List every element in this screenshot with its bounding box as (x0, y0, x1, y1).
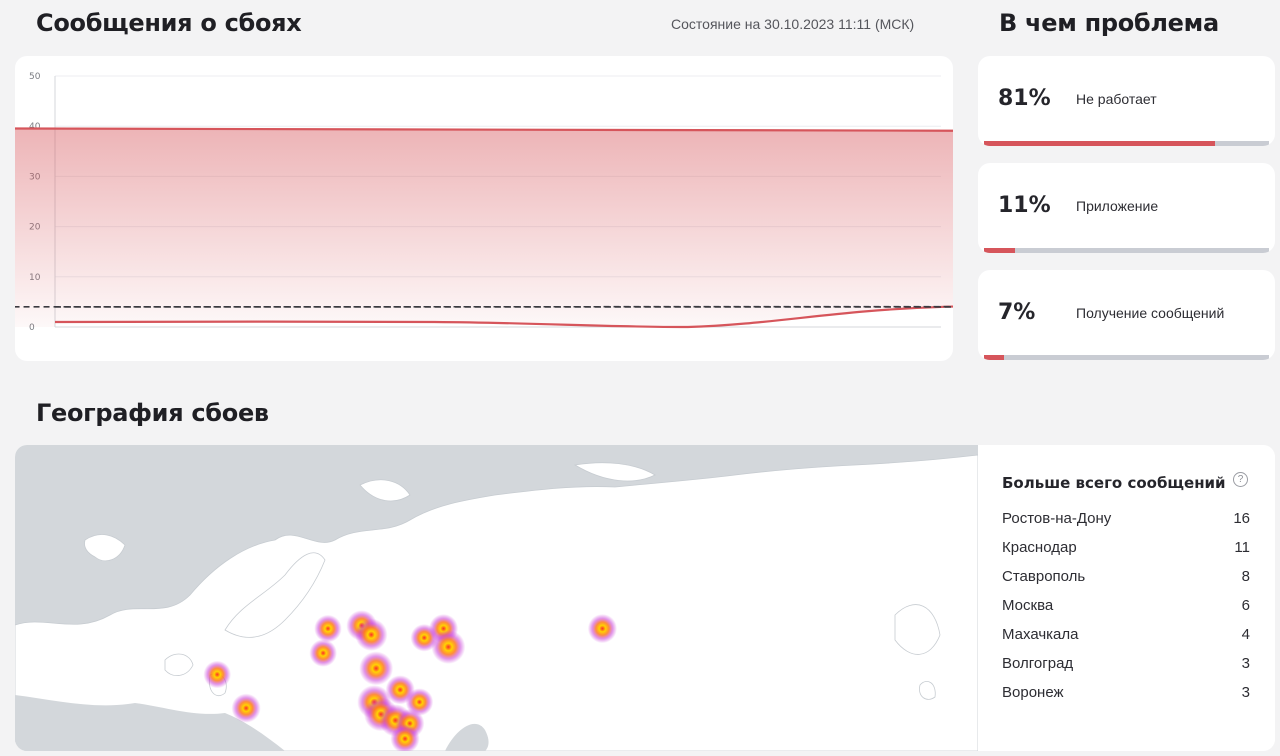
city-count: 3 (1241, 655, 1250, 672)
city-row: Махачкала 4 (1002, 626, 1250, 648)
city-row: Воронеж 3 (1002, 684, 1250, 706)
geo-card: Больше всего сообщений ? Ростов-на-Дону 1… (15, 445, 1275, 751)
question-circle-icon[interactable]: ? (1233, 472, 1248, 487)
series-area (15, 127, 953, 327)
city-count: 8 (1241, 568, 1250, 585)
top-cities-panel: Больше всего сообщений ? Ростов-на-Дону 1… (978, 445, 1275, 751)
heatmap-hotspot (405, 688, 434, 716)
city-row: Ставрополь 8 (1002, 568, 1250, 590)
heatmap-hotspot (355, 618, 388, 651)
heatmap-hotspot (231, 693, 261, 723)
problem-title: В чем проблема (999, 9, 1219, 37)
chart-svg: 0102030405012:0015:0018:0021:0000:0003:0… (15, 72, 953, 333)
city-name: Краснодар (1002, 539, 1077, 556)
city-count: 3 (1241, 684, 1250, 701)
reports-chart[interactable]: 0102030405012:0015:0018:0021:0000:0003:0… (15, 56, 953, 361)
heatmap-hotspot (359, 651, 394, 686)
problem-card-1[interactable]: 11% Приложение (978, 163, 1275, 253)
problem-label: Приложение (1076, 198, 1159, 214)
heatmap-hotspot (314, 614, 342, 643)
city-name: Москва (1002, 597, 1054, 614)
problem-percent: 81% (998, 86, 1051, 111)
heatmap-hotspot (431, 629, 466, 664)
heatmap-hotspot (309, 639, 337, 667)
problem-progress-bar (984, 141, 1269, 146)
city-count: 16 (1233, 510, 1250, 527)
city-count: 11 (1234, 539, 1250, 556)
city-name: Воронеж (1002, 684, 1064, 701)
city-name: Махачкала (1002, 626, 1079, 643)
reports-title: Сообщения о сбоях (36, 9, 302, 37)
problem-percent: 11% (998, 193, 1051, 218)
outage-map[interactable] (15, 445, 978, 751)
problem-label: Не работает (1076, 91, 1157, 107)
problem-card-2[interactable]: 7% Получение сообщений (978, 270, 1275, 360)
status-timestamp: Состояние на 30.10.2023 11:11 (МСК) (671, 16, 915, 32)
city-name: Ставрополь (1002, 568, 1086, 585)
city-name: Ростов-на-Дону (1002, 510, 1112, 527)
problem-progress-bar (984, 248, 1269, 253)
map-svg (15, 454, 978, 751)
problem-label: Получение сообщений (1076, 305, 1225, 321)
y-tick-label: 50 (29, 72, 41, 82)
geo-title: География сбоев (36, 399, 269, 427)
problem-card-0[interactable]: 81% Не работает (978, 56, 1275, 146)
city-count: 6 (1241, 597, 1250, 614)
problem-progress-bar (984, 355, 1269, 360)
city-row: Ростов-на-Дону 16 (1002, 510, 1250, 532)
heatmap-hotspot (587, 614, 618, 644)
city-row: Волгоград 3 (1002, 655, 1250, 677)
landmass (15, 454, 978, 751)
city-count: 4 (1241, 626, 1250, 643)
problem-percent: 7% (998, 300, 1036, 325)
city-name: Волгоград (1002, 655, 1074, 672)
city-row: Краснодар 11 (1002, 539, 1250, 561)
heatmap-hotspot (203, 660, 232, 689)
city-row: Москва 6 (1002, 597, 1250, 619)
top-cities-title: Больше всего сообщений (1002, 474, 1226, 492)
